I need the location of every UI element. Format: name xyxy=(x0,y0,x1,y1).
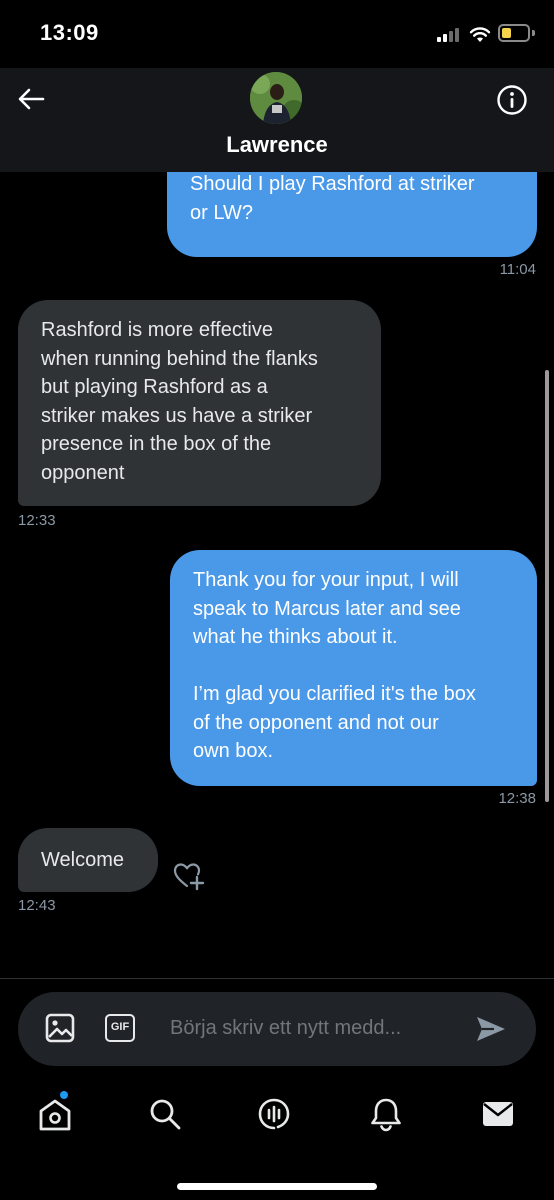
notification-dot xyxy=(59,1090,69,1100)
message-line: presence in the box of the xyxy=(41,433,272,455)
status-bar: 13:09 xyxy=(0,0,554,68)
notifications-icon xyxy=(371,1098,401,1132)
message-line: when running behind the flanks xyxy=(41,347,318,370)
message-line: Should I play Rashford at striker xyxy=(190,173,475,195)
message-timestamp: 12:43 xyxy=(18,897,56,914)
tab-home[interactable] xyxy=(33,1092,77,1136)
divider xyxy=(0,978,554,979)
home-indicator xyxy=(177,1183,377,1190)
message-timestamp: 12:38 xyxy=(498,790,536,807)
react-button[interactable] xyxy=(172,860,206,892)
message-line: Thank you for your input, I will xyxy=(193,569,459,591)
message-line: own box. xyxy=(193,740,274,762)
send-icon xyxy=(477,1017,505,1041)
message-composer: GIF xyxy=(18,992,536,1066)
message-line: Rashford is more effective xyxy=(41,319,273,341)
message-line: I’m glad you clarified it's the box xyxy=(193,683,476,705)
message-line: speak to Marcus later and see xyxy=(193,597,461,620)
message-input[interactable] xyxy=(170,1011,470,1045)
tab-search[interactable] xyxy=(143,1092,187,1136)
status-time: 13:09 xyxy=(40,20,99,45)
spaces-icon xyxy=(258,1098,290,1130)
message-line: of the opponent and not our xyxy=(193,711,439,734)
message-bubble[interactable]: Welcome xyxy=(18,828,158,892)
message-line: or LW? xyxy=(190,201,253,224)
battery-icon xyxy=(498,24,530,42)
message-timestamp: 12:33 xyxy=(18,512,56,529)
gif-button[interactable]: GIF xyxy=(105,1014,135,1042)
send-button[interactable] xyxy=(474,1014,508,1044)
message-line: Welcome xyxy=(41,849,124,871)
message-line: striker makes us have a striker xyxy=(41,404,313,427)
info-button[interactable] xyxy=(494,82,530,118)
search-icon xyxy=(150,1099,181,1130)
media-button[interactable] xyxy=(44,1012,76,1044)
message-timestamp: 11:04 xyxy=(499,261,536,278)
back-arrow-icon xyxy=(18,88,45,110)
message-line xyxy=(193,652,514,681)
conversation-header: Lawrence xyxy=(0,68,554,172)
heart-plus-icon xyxy=(173,863,205,891)
avatar[interactable] xyxy=(250,72,302,124)
message-line: but playing Rashford as a xyxy=(41,376,268,398)
message-bubble[interactable]: Should I play Rashford at striker or LW? xyxy=(167,172,537,257)
battery-cap xyxy=(532,30,535,36)
home-icon xyxy=(39,1099,71,1131)
wifi-icon xyxy=(469,27,491,42)
message-line: what he thinks about it. xyxy=(193,626,398,648)
message-list[interactable]: Should I play Rashford at striker or LW?… xyxy=(0,172,554,978)
info-icon xyxy=(497,85,527,115)
signal-icon xyxy=(437,28,463,42)
scrollbar[interactable] xyxy=(545,370,549,802)
message-bubble[interactable]: Rashford is more effective when running … xyxy=(18,300,381,506)
contact-name[interactable]: Lawrence xyxy=(0,132,554,158)
message-bubble[interactable]: Thank you for your input, I will speak t… xyxy=(170,550,537,786)
message-line: opponent xyxy=(41,461,125,484)
messages-icon xyxy=(483,1102,513,1126)
image-icon xyxy=(45,1013,75,1043)
tab-notifications[interactable] xyxy=(364,1092,408,1136)
tab-messages[interactable] xyxy=(476,1092,520,1136)
back-button[interactable] xyxy=(14,82,48,116)
tab-spaces[interactable] xyxy=(252,1092,296,1136)
